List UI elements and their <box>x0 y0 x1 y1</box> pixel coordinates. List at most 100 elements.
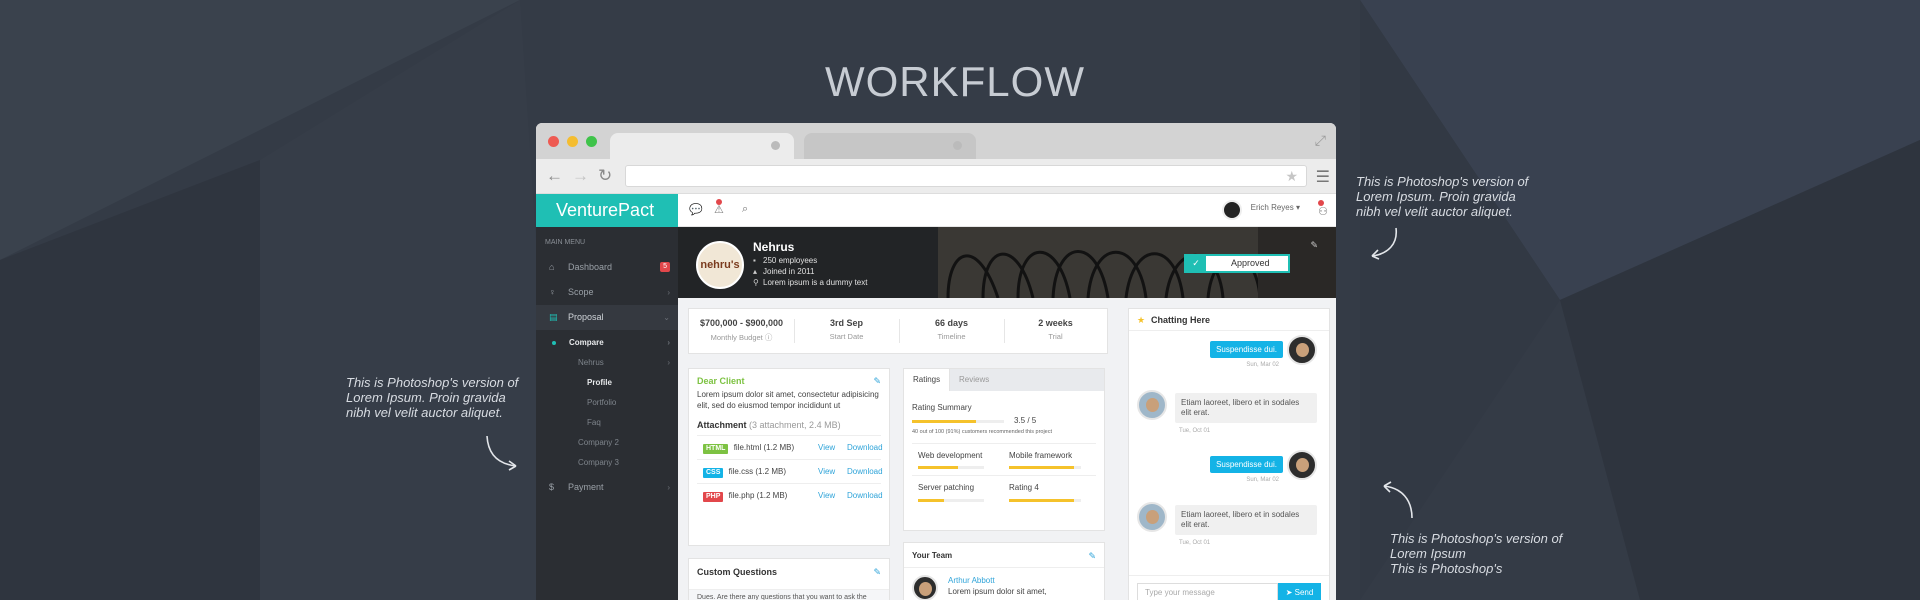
notification-dot <box>716 199 722 205</box>
sidebar-sub-label: Portfolio <box>587 398 617 407</box>
sidebar-sub-label: Nehrus <box>578 358 604 367</box>
edit-icon[interactable]: ✎ <box>1310 240 1318 251</box>
home-icon: ⌂ <box>549 262 555 272</box>
stat-label: Monthly Budget ⓘ <box>710 333 773 342</box>
sidebar-item-dashboard[interactable]: ⌂ Dashboard 5 <box>536 255 678 280</box>
stat-monthly-budget: $700,000 - $900,000 Monthly Budget ⓘ <box>689 309 794 353</box>
rating-item-label: Web development <box>918 451 983 460</box>
sidebar-sub-compare[interactable]: Compare › <box>536 333 678 353</box>
custom-question-text: Dues. Are there any questions that you w… <box>689 589 889 600</box>
reload-icon[interactable]: ↻ <box>598 166 612 186</box>
file-name: file.php (1.2 MB) <box>728 491 788 500</box>
file-type-badge: HTML <box>703 444 729 454</box>
sidebar-item-label: Payment <box>568 482 604 492</box>
rating-bar-fill <box>1009 466 1074 469</box>
chat-message-outgoing: Suspendisse dui. <box>1210 341 1283 358</box>
stat-value: $700,000 - $900,000 <box>699 318 784 328</box>
active-dot <box>552 341 556 345</box>
address-bar[interactable]: ★ <box>625 165 1307 187</box>
chat-icon[interactable]: 💬 <box>689 203 703 216</box>
dashboard-badge: 5 <box>660 262 670 272</box>
user-menu[interactable]: Erich Reyes ▾ <box>1251 203 1300 212</box>
edit-icon[interactable]: ✎ <box>873 376 881 387</box>
annotation-note-left: This is Photoshop's version of Lorem Ips… <box>346 375 518 420</box>
sidebar-item-payment[interactable]: $ Payment › <box>536 475 678 500</box>
message-timestamp: Sun, Mar 02 <box>1246 362 1279 368</box>
fullscreen-icon[interactable]: ⤢ <box>1315 132 1326 149</box>
ratings-card: Ratings Reviews Rating Summary 3.5 / 5 4… <box>903 368 1105 531</box>
brand-logo[interactable]: VenturePact <box>536 194 678 227</box>
rating-bar-fill <box>912 420 977 423</box>
notification-dot <box>1318 200 1324 206</box>
client-message: Lorem ipsum dolor sit amet, consectetur … <box>697 390 879 410</box>
sidebar-sub-profile[interactable]: Profile <box>536 373 678 393</box>
briefcase-icon: ▪ <box>753 256 756 265</box>
sidebar-sub-label: Company 3 <box>578 458 619 467</box>
download-link[interactable]: Download <box>847 484 883 508</box>
tab-close-icon[interactable] <box>771 141 780 150</box>
chat-message-input[interactable]: Type your message <box>1137 583 1278 600</box>
send-icon: ➤ <box>1285 588 1293 597</box>
stat-timeline: 66 days Timeline <box>899 309 1004 353</box>
sidebar-sub-company-3[interactable]: Company 3 <box>536 453 678 473</box>
tab-close-icon[interactable] <box>953 141 962 150</box>
browser-tab-active[interactable] <box>610 133 794 159</box>
chat-header: ★ Chatting Here <box>1129 309 1329 331</box>
note-line: This is Photoshop's version of <box>1356 174 1529 189</box>
sidebar-item-proposal[interactable]: ▤ Proposal ⌄ <box>536 305 678 330</box>
divider <box>904 567 1104 568</box>
location-text: Lorem ipsum is a dummy text <box>763 278 868 287</box>
view-link[interactable]: View <box>818 460 835 484</box>
chevron-right-icon: › <box>667 338 670 347</box>
forward-icon[interactable]: → <box>572 166 589 186</box>
tab-ratings[interactable]: Ratings <box>904 369 951 391</box>
client-card: Dear Client ✎ Lorem ipsum dolor sit amet… <box>688 368 890 546</box>
contact-avatar <box>1137 390 1167 420</box>
attachment-meta: (3 attachment, 2.4 MB) <box>749 420 841 430</box>
sidebar-item-scope[interactable]: ♀ Scope › <box>536 280 678 305</box>
message-timestamp: Sun, Mar 02 <box>1246 477 1279 483</box>
rating-item-bar <box>1009 499 1081 502</box>
document-icon: ▤ <box>549 312 558 322</box>
user-avatar[interactable] <box>1222 200 1242 220</box>
edit-icon[interactable]: ✎ <box>1088 551 1096 562</box>
sidebar-sub-faq[interactable]: Faq <box>536 413 678 433</box>
maximize-window-icon[interactable] <box>586 136 597 147</box>
joined-text: Joined in 2011 <box>763 267 815 276</box>
view-link[interactable]: View <box>818 484 835 508</box>
account-icon[interactable]: ⚇ <box>1318 205 1328 218</box>
search-icon[interactable]: ⌕ <box>742 203 748 216</box>
team-member-name[interactable]: Arthur Abbott <box>948 576 995 585</box>
sidebar-sub-nehrus[interactable]: Nehrus › <box>536 353 678 373</box>
edit-icon[interactable]: ✎ <box>873 567 881 578</box>
browser-menu-icon[interactable]: ☰ <box>1316 167 1330 187</box>
star-icon: ★ <box>1137 315 1146 325</box>
chat-message-incoming: Etiam laoreet, libero et in sodales elit… <box>1175 505 1317 535</box>
client-greeting: Dear Client <box>697 376 745 386</box>
browser-tab-strip: ⤢ <box>536 123 1336 159</box>
bookmark-star-icon[interactable]: ★ <box>1285 168 1298 185</box>
file-type-badge: CSS <box>703 468 724 478</box>
back-icon[interactable]: ← <box>546 166 563 186</box>
sidebar-sub-company-2[interactable]: Company 2 <box>536 433 678 453</box>
tab-reviews[interactable]: Reviews <box>950 369 998 391</box>
contact-avatar <box>1137 502 1167 532</box>
close-window-icon[interactable] <box>548 136 559 147</box>
team-member-avatar[interactable] <box>912 575 938 600</box>
team-title: Your Team <box>912 551 953 560</box>
approved-status-toggle[interactable]: ✓ Approved <box>1184 254 1290 273</box>
browser-tab-inactive[interactable] <box>804 133 976 159</box>
sidebar-sub-label: Compare <box>569 338 604 347</box>
minimize-window-icon[interactable] <box>567 136 578 147</box>
download-link[interactable]: Download <box>847 460 883 484</box>
stats-bar: $700,000 - $900,000 Monthly Budget ⓘ 3rd… <box>688 308 1108 354</box>
rating-item-label: Mobile framework <box>1009 451 1073 460</box>
download-link[interactable]: Download <box>847 436 883 460</box>
graduation-icon: ▴ <box>753 267 758 276</box>
stat-value: 66 days <box>934 318 969 328</box>
note-line: This is Photoshop's version of <box>346 375 519 390</box>
sidebar-sub-portfolio[interactable]: Portfolio <box>536 393 678 413</box>
message-timestamp: Tue, Oct 01 <box>1179 428 1211 434</box>
send-button[interactable]: ➤ Send <box>1278 583 1321 600</box>
view-link[interactable]: View <box>818 436 835 460</box>
